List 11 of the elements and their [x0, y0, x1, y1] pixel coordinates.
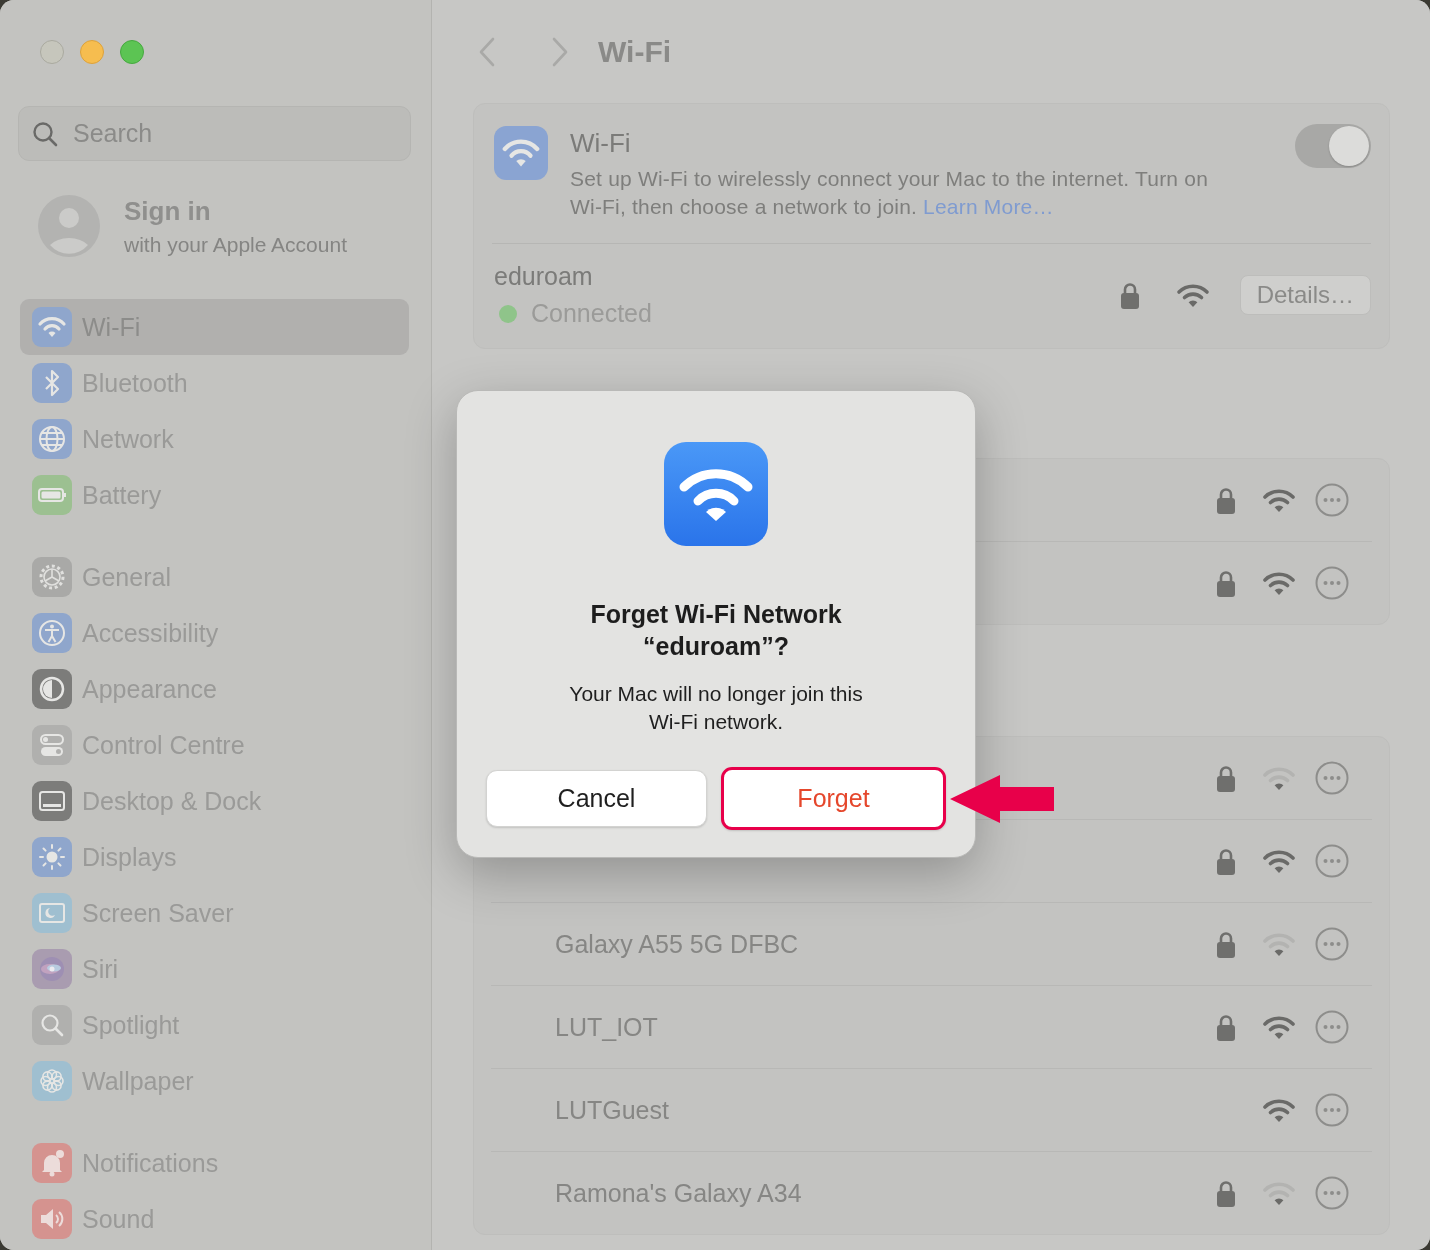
network-name: Ramona's Galaxy A34 [554, 1178, 803, 1208]
sign-in-subtitle: with your Apple Account [124, 232, 347, 257]
dialog-message: Your Mac will no longer join this Wi-Fi network. [568, 681, 864, 735]
page-title: Wi-Fi [598, 35, 672, 69]
wifi-title: Wi-Fi [570, 128, 632, 159]
dialog-title: Forget Wi-Fi Network “eduroam”? [589, 599, 843, 662]
network-name: LUT_IOT [554, 1012, 659, 1042]
network-name: Galaxy A55 5G DFBC [554, 929, 800, 959]
network-name: eduroam [494, 262, 594, 291]
wifi-description: Set up Wi-Fi to wirelessly connect your Mac to the internet. Turn on Wi-Fi, then choose a network to join. Learn More… [570, 166, 1210, 220]
network-name: LUTGuest [554, 1095, 670, 1125]
